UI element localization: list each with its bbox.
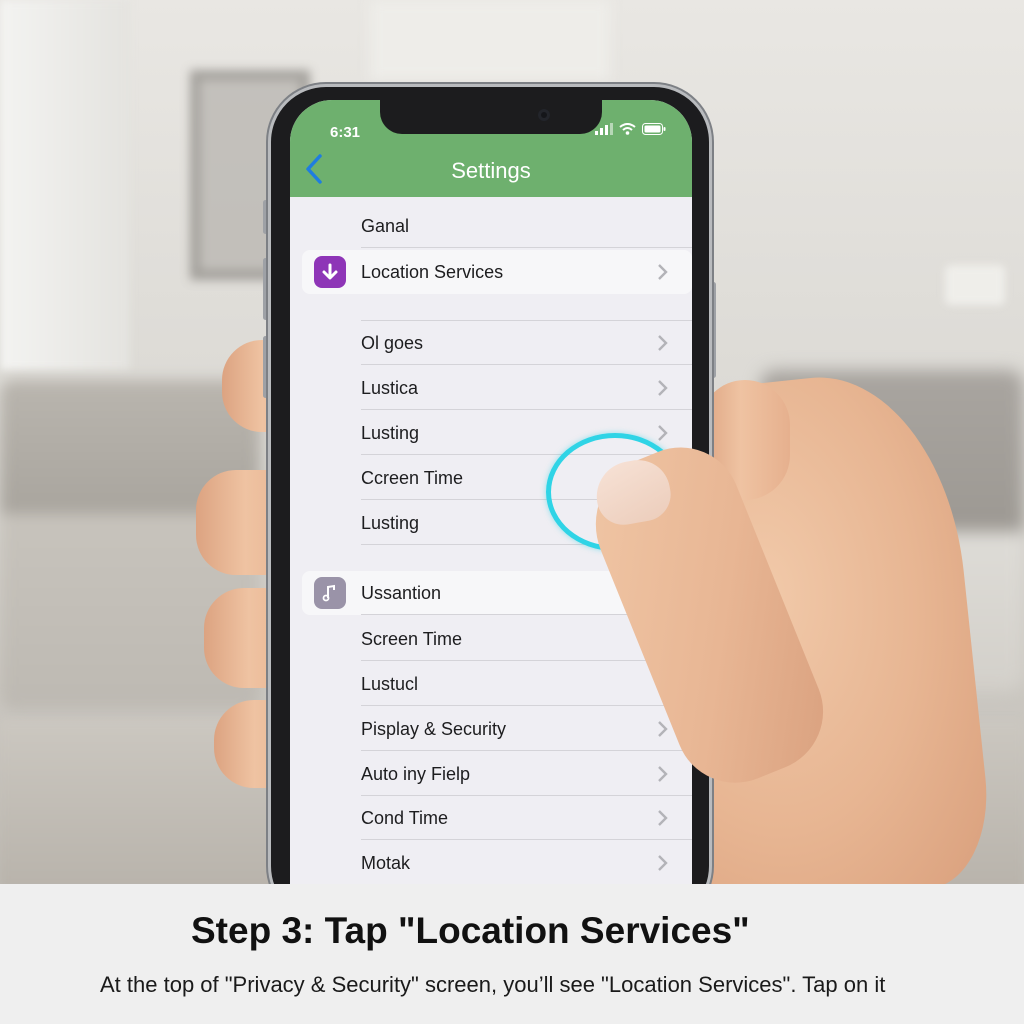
lamp-blur (945, 265, 1005, 305)
list-item-label: Ccreen Time (361, 468, 464, 488)
list-item-label: Lusting (361, 423, 420, 443)
window-blur (0, 0, 130, 370)
list-item-label: Lusting (361, 513, 420, 533)
music-note-icon (314, 577, 346, 609)
chevron-right-icon (658, 425, 668, 441)
status-icons (595, 123, 666, 135)
list-item-lustica[interactable]: Lustica (290, 366, 692, 410)
step-title: Step 3: Tap "Location Services" (191, 910, 750, 951)
list-item-label: Ganal (361, 216, 410, 236)
chevron-right-icon (658, 810, 668, 826)
front-camera (538, 109, 550, 121)
list-item-label: Auto iny Fielp (361, 764, 471, 784)
row-separator (361, 364, 692, 365)
wifi-icon (619, 123, 636, 135)
list-item-motak[interactable]: Motak (290, 841, 692, 884)
battery-icon (642, 123, 666, 135)
list-item-label: Screen Time (361, 629, 463, 649)
list-item-location-services[interactable]: Location Services (302, 250, 692, 294)
list-item-label: Ol goes (361, 333, 424, 353)
chevron-right-icon (658, 335, 668, 351)
signal-icon (595, 123, 613, 135)
list-item-label: Pisplay & Security (361, 719, 507, 739)
row-separator (361, 750, 692, 751)
list-item-cond-time[interactable]: Cond Time (290, 796, 692, 840)
status-time: 6:31 (330, 124, 361, 141)
phone-notch (380, 100, 602, 134)
step-description: At the top of "Privacy & Security" scree… (100, 972, 886, 997)
list-item-ol-goes[interactable]: Ol goes (290, 321, 692, 365)
list-item-label: Ussantion (361, 583, 442, 603)
row-separator (361, 705, 692, 706)
list-item-ganal[interactable]: Ganal (290, 204, 692, 248)
list-item-label: Motak (361, 853, 411, 873)
list-item-label: Lustucl (361, 674, 419, 694)
list-item-pisplay-security[interactable]: Pisplay & Security (290, 707, 692, 751)
chevron-right-icon (658, 766, 668, 782)
row-separator (361, 409, 692, 410)
chevron-right-icon (658, 264, 668, 280)
download-arrow-icon (314, 256, 346, 288)
list-item-auto-iny-fielp[interactable]: Auto iny Fielp (290, 752, 692, 796)
chevron-right-icon (658, 855, 668, 871)
chevron-right-icon (658, 721, 668, 737)
page-title: Settings (451, 158, 531, 183)
row-separator (361, 839, 692, 840)
window-blur-top (370, 0, 610, 80)
caption-panel (0, 884, 1024, 1024)
settings-nav-bar: 6:31 Settings (290, 100, 692, 197)
row-separator (361, 660, 692, 661)
list-item-lustucl[interactable]: Lustucl (290, 662, 692, 706)
list-item-label: Location Services (361, 262, 504, 282)
list-item-label: Cond Time (361, 808, 449, 828)
list-item-label: Lustica (361, 378, 419, 398)
row-separator (361, 247, 692, 248)
chevron-right-icon (658, 380, 668, 396)
